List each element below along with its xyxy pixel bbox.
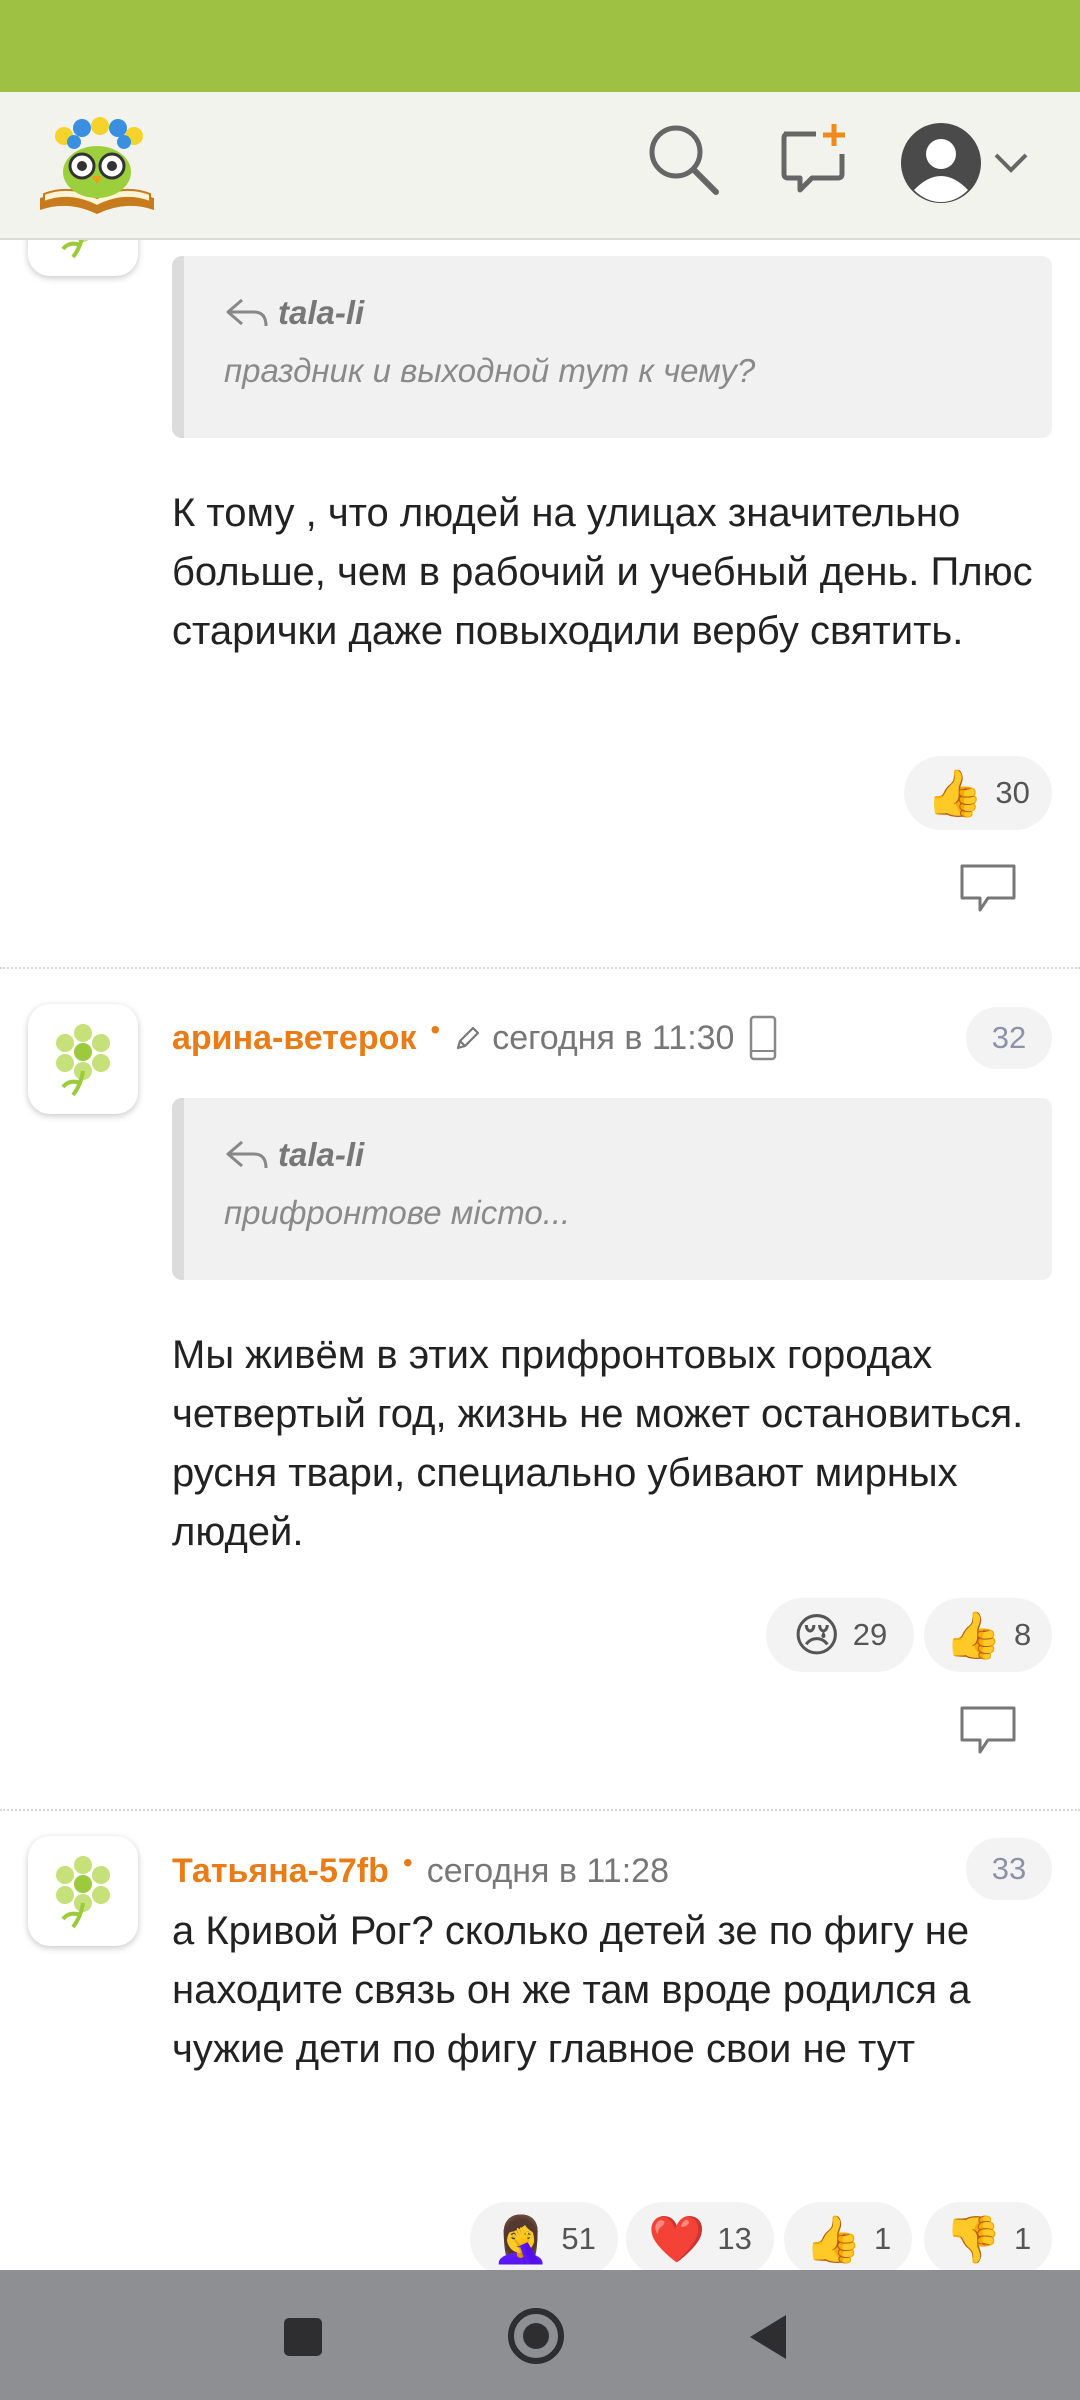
daisy-avatar-icon — [56, 1856, 110, 1929]
reply-arrow-icon — [226, 298, 268, 327]
comment-avatar[interactable] — [28, 1004, 138, 1114]
comment-avatar[interactable] — [28, 240, 138, 276]
recent-apps-button[interactable] — [282, 2316, 324, 2358]
comment-text: а Кривой Рог? сколько детей зе по фигу н… — [172, 1909, 971, 2071]
reply-comment-icon[interactable] — [958, 862, 1018, 916]
reaction-count: 29 — [852, 1617, 888, 1652]
quote-author-name[interactable]: tala-li — [278, 294, 364, 332]
quote-author-name[interactable]: tala-li — [278, 1136, 364, 1174]
thumbs-up-icon: 👍 — [944, 1609, 1003, 1661]
comments-feed: tala-li праздник и выходной тут к чему? … — [0, 240, 1080, 2270]
chevron-down-icon[interactable] — [992, 150, 1030, 176]
mobile-device-icon — [750, 1015, 777, 1061]
reaction-count: 1 — [1014, 2221, 1032, 2256]
search-icon[interactable] — [646, 122, 720, 196]
comment-divider — [0, 967, 1080, 969]
comment-avatar[interactable] — [28, 1836, 138, 1946]
comment-username[interactable]: арина-ветерок — [172, 1019, 416, 1058]
quoted-reply: tala-li прифронтове місто... — [172, 1098, 1052, 1280]
reaction-like[interactable]: 👍 1 — [784, 2202, 912, 2270]
system-navigation-bar — [0, 2270, 1080, 2400]
reaction-count: 1 — [874, 2221, 892, 2256]
reaction-heart[interactable]: ❤️ 13 — [626, 2202, 774, 2270]
facepalm-icon: 🤦‍♀️ — [492, 2213, 550, 2265]
quote-text: праздник и выходной тут к чему? — [224, 352, 756, 389]
reaction-count: 13 — [717, 2221, 752, 2256]
reply-comment-icon[interactable] — [958, 1704, 1018, 1758]
online-dot: • — [402, 1847, 413, 1878]
comment-username[interactable]: Татьяна-57fb — [172, 1852, 389, 1891]
reaction-count: 30 — [995, 775, 1030, 810]
comment-header: Татьяна-57fb • сегодня в 11:28 — [172, 1846, 669, 1896]
comment-header: арина-ветерок • сегодня в 11:30 — [172, 1013, 778, 1063]
comment-divider — [0, 1809, 1080, 1811]
online-dot: • — [430, 1014, 441, 1045]
owl-book-logo[interactable] — [34, 110, 160, 222]
reaction-cry[interactable]: 😢 29 — [766, 1598, 914, 1672]
user-avatar-icon[interactable] — [900, 122, 982, 204]
thumbs-up-icon: 👍 — [926, 767, 984, 819]
reaction-like[interactable]: 👍 8 — [924, 1598, 1052, 1672]
status-bar — [0, 0, 1080, 92]
edited-pencil-icon — [457, 1026, 480, 1050]
comment-text: К тому , что людей на улицах значительно… — [172, 491, 1033, 653]
thumbs-up-icon: 👍 — [804, 2213, 863, 2265]
comment-text: Мы живём в этих прифронтовых городах чет… — [172, 1333, 1024, 1554]
top-app-bar — [0, 92, 1080, 240]
reaction-dislike[interactable]: 👎 1 — [924, 2202, 1052, 2270]
quoted-reply: tala-li праздник и выходной тут к чему? — [172, 256, 1052, 438]
comment-time[interactable]: сегодня в 11:30 — [492, 1019, 734, 1058]
daisy-avatar-icon — [61, 240, 89, 259]
home-button[interactable] — [506, 2306, 566, 2366]
comment-time[interactable]: сегодня в 11:28 — [427, 1852, 669, 1891]
reaction-count: 51 — [561, 2221, 596, 2256]
reaction-like[interactable]: 👍 30 — [904, 756, 1052, 830]
comment-number-badge[interactable]: 33 — [966, 1838, 1052, 1900]
crying-face-icon: 😢 — [792, 1609, 841, 1661]
thumbs-down-icon: 👎 — [944, 2213, 1003, 2265]
reaction-facepalm[interactable]: 🤦‍♀️ 51 — [470, 2202, 618, 2270]
new-post-icon[interactable] — [778, 122, 848, 196]
daisy-avatar-icon — [56, 1024, 110, 1097]
quote-text: прифронтове місто... — [224, 1194, 571, 1231]
heart-icon: ❤️ — [648, 2213, 706, 2265]
back-button[interactable] — [746, 2312, 790, 2362]
reaction-count: 8 — [1014, 1617, 1032, 1652]
comment-number-badge[interactable]: 32 — [966, 1007, 1052, 1069]
reply-arrow-icon — [226, 1140, 268, 1169]
